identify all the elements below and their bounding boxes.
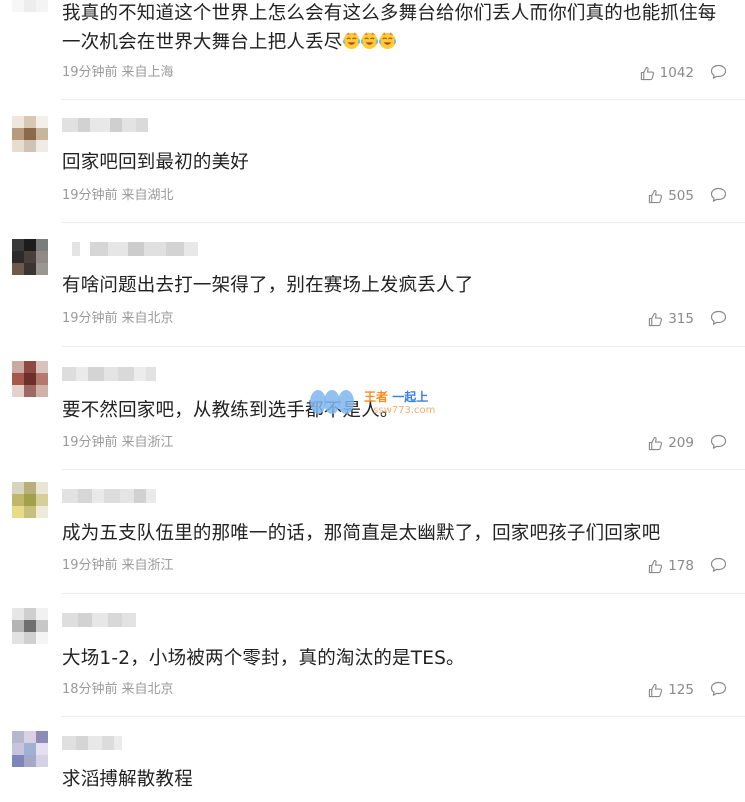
avatar[interactable] <box>12 0 48 12</box>
comment-meta: 19分钟前 来自浙江 <box>62 558 174 574</box>
reply-button[interactable] <box>710 64 727 80</box>
thumbs-up-icon <box>649 312 663 326</box>
reply-button[interactable] <box>710 310 727 326</box>
like-count: 125 <box>668 682 694 698</box>
comment-bubble-icon <box>710 434 727 449</box>
comment-meta: 19分钟前 来自北京 <box>62 311 174 327</box>
reply-button[interactable] <box>710 187 727 203</box>
comment-bubble-icon <box>710 187 727 202</box>
comment-item: 大场1-2，小场被两个零封，真的淘汰的是TES。 18分钟前 来自北京 125 <box>0 594 745 717</box>
comment-text: 有啥问题出去打一架得了，别在赛场上发疯丢人了 <box>62 275 474 296</box>
comment-time: 19分钟前 <box>62 188 118 203</box>
like-count: 1042 <box>659 65 694 81</box>
avatar[interactable] <box>12 239 48 275</box>
thumbs-up-icon <box>640 66 654 80</box>
crying-laughing-emoji-icon <box>342 32 360 50</box>
avatar[interactable] <box>12 361 48 397</box>
comment-location: 来自北京 <box>121 311 174 326</box>
comment-item: 求滔搏解散教程 <box>0 717 745 802</box>
username-blurred[interactable] <box>62 242 198 256</box>
comment-item: 要不然回家吧，从教练到选手都不是人。 19分钟前 来自浙江 209 <box>0 347 745 470</box>
like-button[interactable]: 178 <box>648 558 694 574</box>
comment-meta: 19分钟前 来自浙江 <box>62 435 174 451</box>
username-blurred[interactable] <box>62 118 148 132</box>
comment-item: 有啥问题出去打一架得了，别在赛场上发疯丢人了 19分钟前 来自北京 315 <box>0 223 745 347</box>
username-blurred[interactable] <box>62 367 156 381</box>
like-count: 315 <box>668 311 694 327</box>
like-button[interactable]: 505 <box>648 188 694 204</box>
avatar[interactable] <box>12 731 48 767</box>
like-count: 505 <box>668 188 694 204</box>
comment-location: 来自湖北 <box>121 188 174 203</box>
comment-meta: 18分钟前 来自北京 <box>62 682 174 698</box>
comment-item: 成为五支队伍里的那唯一的话，那简直是太幽默了，回家吧孩子们回家吧 19分钟前 来自… <box>0 470 745 594</box>
comment-time: 19分钟前 <box>62 435 118 450</box>
comment-time: 19分钟前 <box>62 311 118 326</box>
comment-time: 18分钟前 <box>62 682 118 697</box>
avatar[interactable] <box>12 116 48 152</box>
comment-text: 回家吧回到最初的美好 <box>62 152 250 173</box>
like-count: 209 <box>668 435 694 451</box>
like-count: 178 <box>668 558 694 574</box>
crying-laughing-emoji-icon <box>360 32 378 50</box>
like-button[interactable]: 209 <box>648 435 694 451</box>
like-button[interactable]: 1042 <box>640 65 694 81</box>
comment-bubble-icon <box>710 681 727 696</box>
avatar[interactable] <box>12 608 48 644</box>
comment-item: 回家吧回到最初的美好 19分钟前 来自湖北 505 <box>0 100 745 223</box>
thumbs-up-icon <box>649 436 663 450</box>
like-button[interactable]: 315 <box>648 311 694 327</box>
comment-location: 来自浙江 <box>121 558 174 573</box>
comment-meta: 19分钟前 来自上海 <box>62 65 174 81</box>
crying-laughing-emoji-icon <box>378 32 396 50</box>
comment-location: 来自上海 <box>121 65 174 80</box>
comment-bubble-icon <box>710 557 727 572</box>
thumbs-up-icon <box>649 559 663 573</box>
comment-location: 来自北京 <box>121 682 174 697</box>
comment-text: 要不然回家吧，从教练到选手都不是人。 <box>62 400 399 421</box>
username-blurred[interactable] <box>62 613 136 627</box>
reply-button[interactable] <box>710 681 727 697</box>
avatar[interactable] <box>12 482 48 518</box>
username-blurred[interactable] <box>62 489 156 503</box>
comment-text: 我真的不知道这个世界上怎么会有这么多舞台给你们丢人而你们真的也能抓住每一次机会在… <box>62 0 725 57</box>
comment-location: 来自浙江 <box>121 435 174 450</box>
like-button[interactable]: 125 <box>648 682 694 698</box>
comment-item: 我真的不知道这个世界上怎么会有这么多舞台给你们丢人而你们真的也能抓住每一次机会在… <box>0 0 745 100</box>
comment-text: 成为五支队伍里的那唯一的话，那简直是太幽默了，回家吧孩子们回家吧 <box>62 523 661 544</box>
comment-time: 19分钟前 <box>62 65 118 80</box>
thumbs-up-icon <box>649 683 663 697</box>
reply-button[interactable] <box>710 557 727 573</box>
username-blurred[interactable] <box>62 736 122 750</box>
comment-text: 大场1-2，小场被两个零封，真的淘汰的是TES。 <box>62 648 465 669</box>
comment-bubble-icon <box>710 310 727 325</box>
comment-time: 19分钟前 <box>62 558 118 573</box>
comment-bubble-icon <box>710 64 727 79</box>
comment-meta: 19分钟前 来自湖北 <box>62 188 174 204</box>
thumbs-up-icon <box>649 189 663 203</box>
reply-button[interactable] <box>710 434 727 450</box>
comment-text: 求滔搏解散教程 <box>62 769 193 790</box>
